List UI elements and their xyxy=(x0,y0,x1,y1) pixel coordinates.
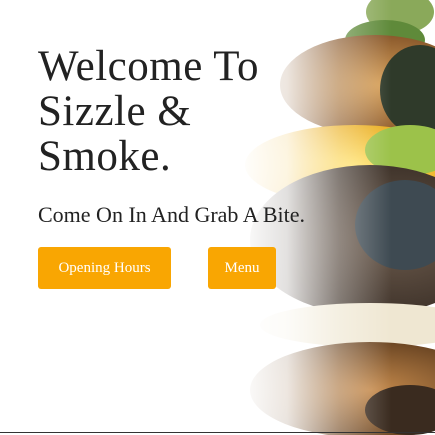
hero-title-line-2: Sizzle & xyxy=(38,88,192,135)
opening-hours-button[interactable]: Opening Hours xyxy=(38,247,171,289)
hero-subtitle: Come On In And Grab A Bite. xyxy=(38,202,306,227)
hero-title-line-3: Smoke. xyxy=(38,133,172,180)
menu-button[interactable]: Menu xyxy=(208,247,276,289)
hero-section: Welcome To Sizzle & Smoke. Come On In An… xyxy=(0,0,435,435)
hero-title-line-1: Welcome To xyxy=(38,43,260,90)
hero-title: Welcome To Sizzle & Smoke. xyxy=(38,44,338,179)
section-divider xyxy=(0,432,435,433)
